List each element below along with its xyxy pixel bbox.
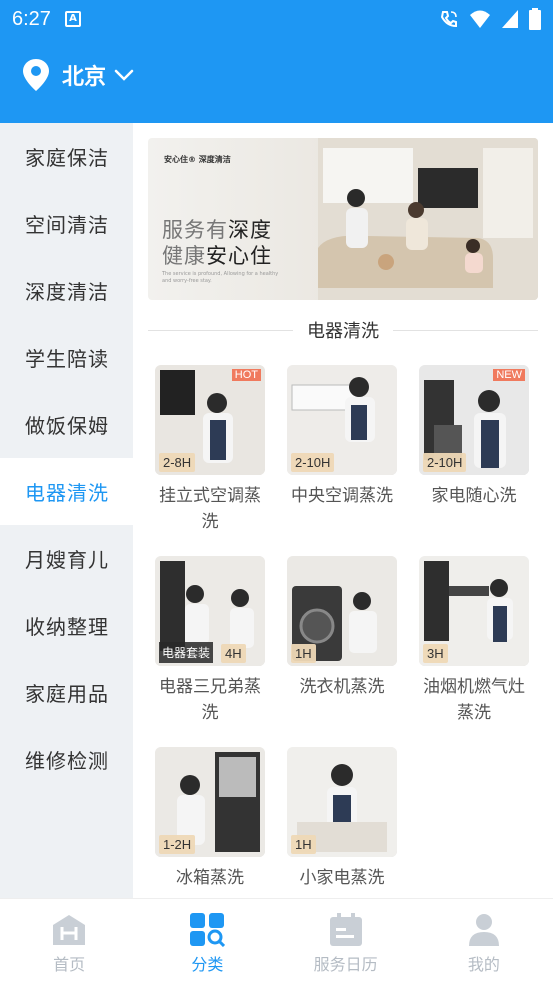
headline-1b: 深度: [228, 218, 272, 242]
sidebar-item-home-cleaning[interactable]: 家庭保洁: [0, 123, 133, 190]
section-title: 电器清洗: [307, 321, 379, 342]
service-image: 1H: [287, 556, 397, 666]
sidebar-item-space-cleaning[interactable]: 空间清洁: [0, 190, 133, 257]
sidebar-item-deep-cleaning[interactable]: 深度清洁: [0, 257, 133, 324]
category-content: 安心住® 深度清洁 服务有深度 健康安心住 The service is pro…: [133, 123, 553, 898]
service-image: 1-2H: [155, 747, 265, 857]
service-image: NEW 2-10H: [419, 365, 529, 475]
location-pin-icon: [23, 59, 49, 91]
service-image: 3H: [419, 556, 529, 666]
duration-badge: 2-10H: [423, 453, 467, 472]
service-image: 1H: [287, 747, 397, 857]
top-header: 6:27 A 北京: [0, 0, 553, 123]
sidebar-item-maternity-care[interactable]: 月嫂育儿: [0, 525, 133, 592]
hot-badge: HOT: [231, 369, 261, 381]
duration-badge: 2-8H: [159, 453, 196, 472]
service-name: 小家电蒸洗: [299, 868, 385, 888]
sidebar-item-cooking-nanny[interactable]: 做饭保姆: [0, 391, 133, 458]
section-heading: 电器清洗: [148, 317, 538, 343]
service-name: 电器三兄弟蒸洗: [159, 677, 261, 723]
banner-brand: 安心住® 深度清洁: [164, 155, 231, 164]
status-icons: [439, 8, 541, 30]
tab-calendar[interactable]: 服务日历: [277, 899, 415, 984]
banner-headline-2: 健康安心住: [162, 240, 272, 270]
new-badge: NEW: [493, 369, 525, 381]
duration-badge: 1-2H: [159, 835, 196, 854]
service-name: 家电随心洗: [431, 486, 517, 506]
category-grid-icon: [190, 913, 226, 947]
service-image: HOT 2-8H: [155, 365, 265, 475]
service-name: 油烟机燃气灶蒸洗: [423, 677, 525, 723]
battery-icon: [529, 8, 541, 30]
sidebar-item-appliance-cleaning[interactable]: 电器清洗: [0, 458, 133, 525]
service-image: 电器套装 4H: [155, 556, 265, 666]
service-name: 洗衣机蒸洗: [299, 677, 385, 697]
calendar-icon: [329, 913, 362, 946]
city-selector[interactable]: 北京: [22, 58, 134, 92]
category-sidebar: 家庭保洁 空间清洁 深度清洁 学生陪读 做饭保姆 电器清洗 月嫂育儿 收纳整理 …: [0, 123, 133, 898]
sidebar-item-repair[interactable]: 维修检测: [0, 726, 133, 793]
tab-home-label: 首页: [53, 955, 86, 974]
user-icon: [468, 914, 499, 946]
home-icon: [53, 915, 86, 945]
tab-category[interactable]: 分类: [138, 899, 276, 984]
duration-badge: 2-10H: [291, 453, 335, 472]
tab-profile[interactable]: 我的: [415, 899, 553, 984]
duration-badge: 3H: [423, 644, 448, 663]
headline-2a: 健康: [162, 244, 206, 268]
tab-home[interactable]: 首页: [0, 899, 138, 984]
sidebar-item-storage[interactable]: 收纳整理: [0, 592, 133, 659]
signal-icon: [502, 10, 518, 28]
service-name: 冰箱蒸洗: [176, 868, 244, 888]
status-bar: 6:27 A: [0, 0, 553, 38]
tab-calendar-label: 服务日历: [313, 955, 378, 974]
city-name: 北京: [62, 65, 107, 90]
service-name: 挂立式空调蒸洗: [159, 486, 261, 532]
duration-badge: 1H: [291, 644, 316, 663]
chevron-down-icon: [114, 69, 134, 81]
sidebar-item-household-goods[interactable]: 家庭用品: [0, 659, 133, 726]
wifi-icon: [470, 10, 490, 28]
tab-category-label: 分类: [191, 955, 224, 974]
promo-banner[interactable]: 安心住® 深度清洁 服务有深度 健康安心住 The service is pro…: [148, 138, 538, 300]
headline-2b: 安心住: [206, 244, 272, 268]
service-image: 2-10H: [287, 365, 397, 475]
banner-subtext: The service is profound, Allowing for a …: [162, 271, 279, 284]
status-time: 6:27: [12, 7, 51, 30]
service-name: 中央空调蒸洗: [291, 486, 393, 506]
bottom-tab-bar: 首页 分类 服务日历 我的: [0, 898, 553, 984]
duration-badge: 1H: [291, 835, 316, 854]
divider-left: [148, 329, 293, 331]
headline-1a: 服务有: [162, 218, 228, 242]
package-badge: 电器套装: [159, 642, 214, 663]
notification-icon: A: [64, 11, 81, 27]
divider-right: [393, 329, 538, 331]
wifi-call-icon: [440, 11, 457, 28]
sidebar-item-student-tutoring[interactable]: 学生陪读: [0, 324, 133, 391]
duration-badge: 4H: [221, 644, 246, 663]
tab-profile-label: 我的: [467, 955, 500, 974]
